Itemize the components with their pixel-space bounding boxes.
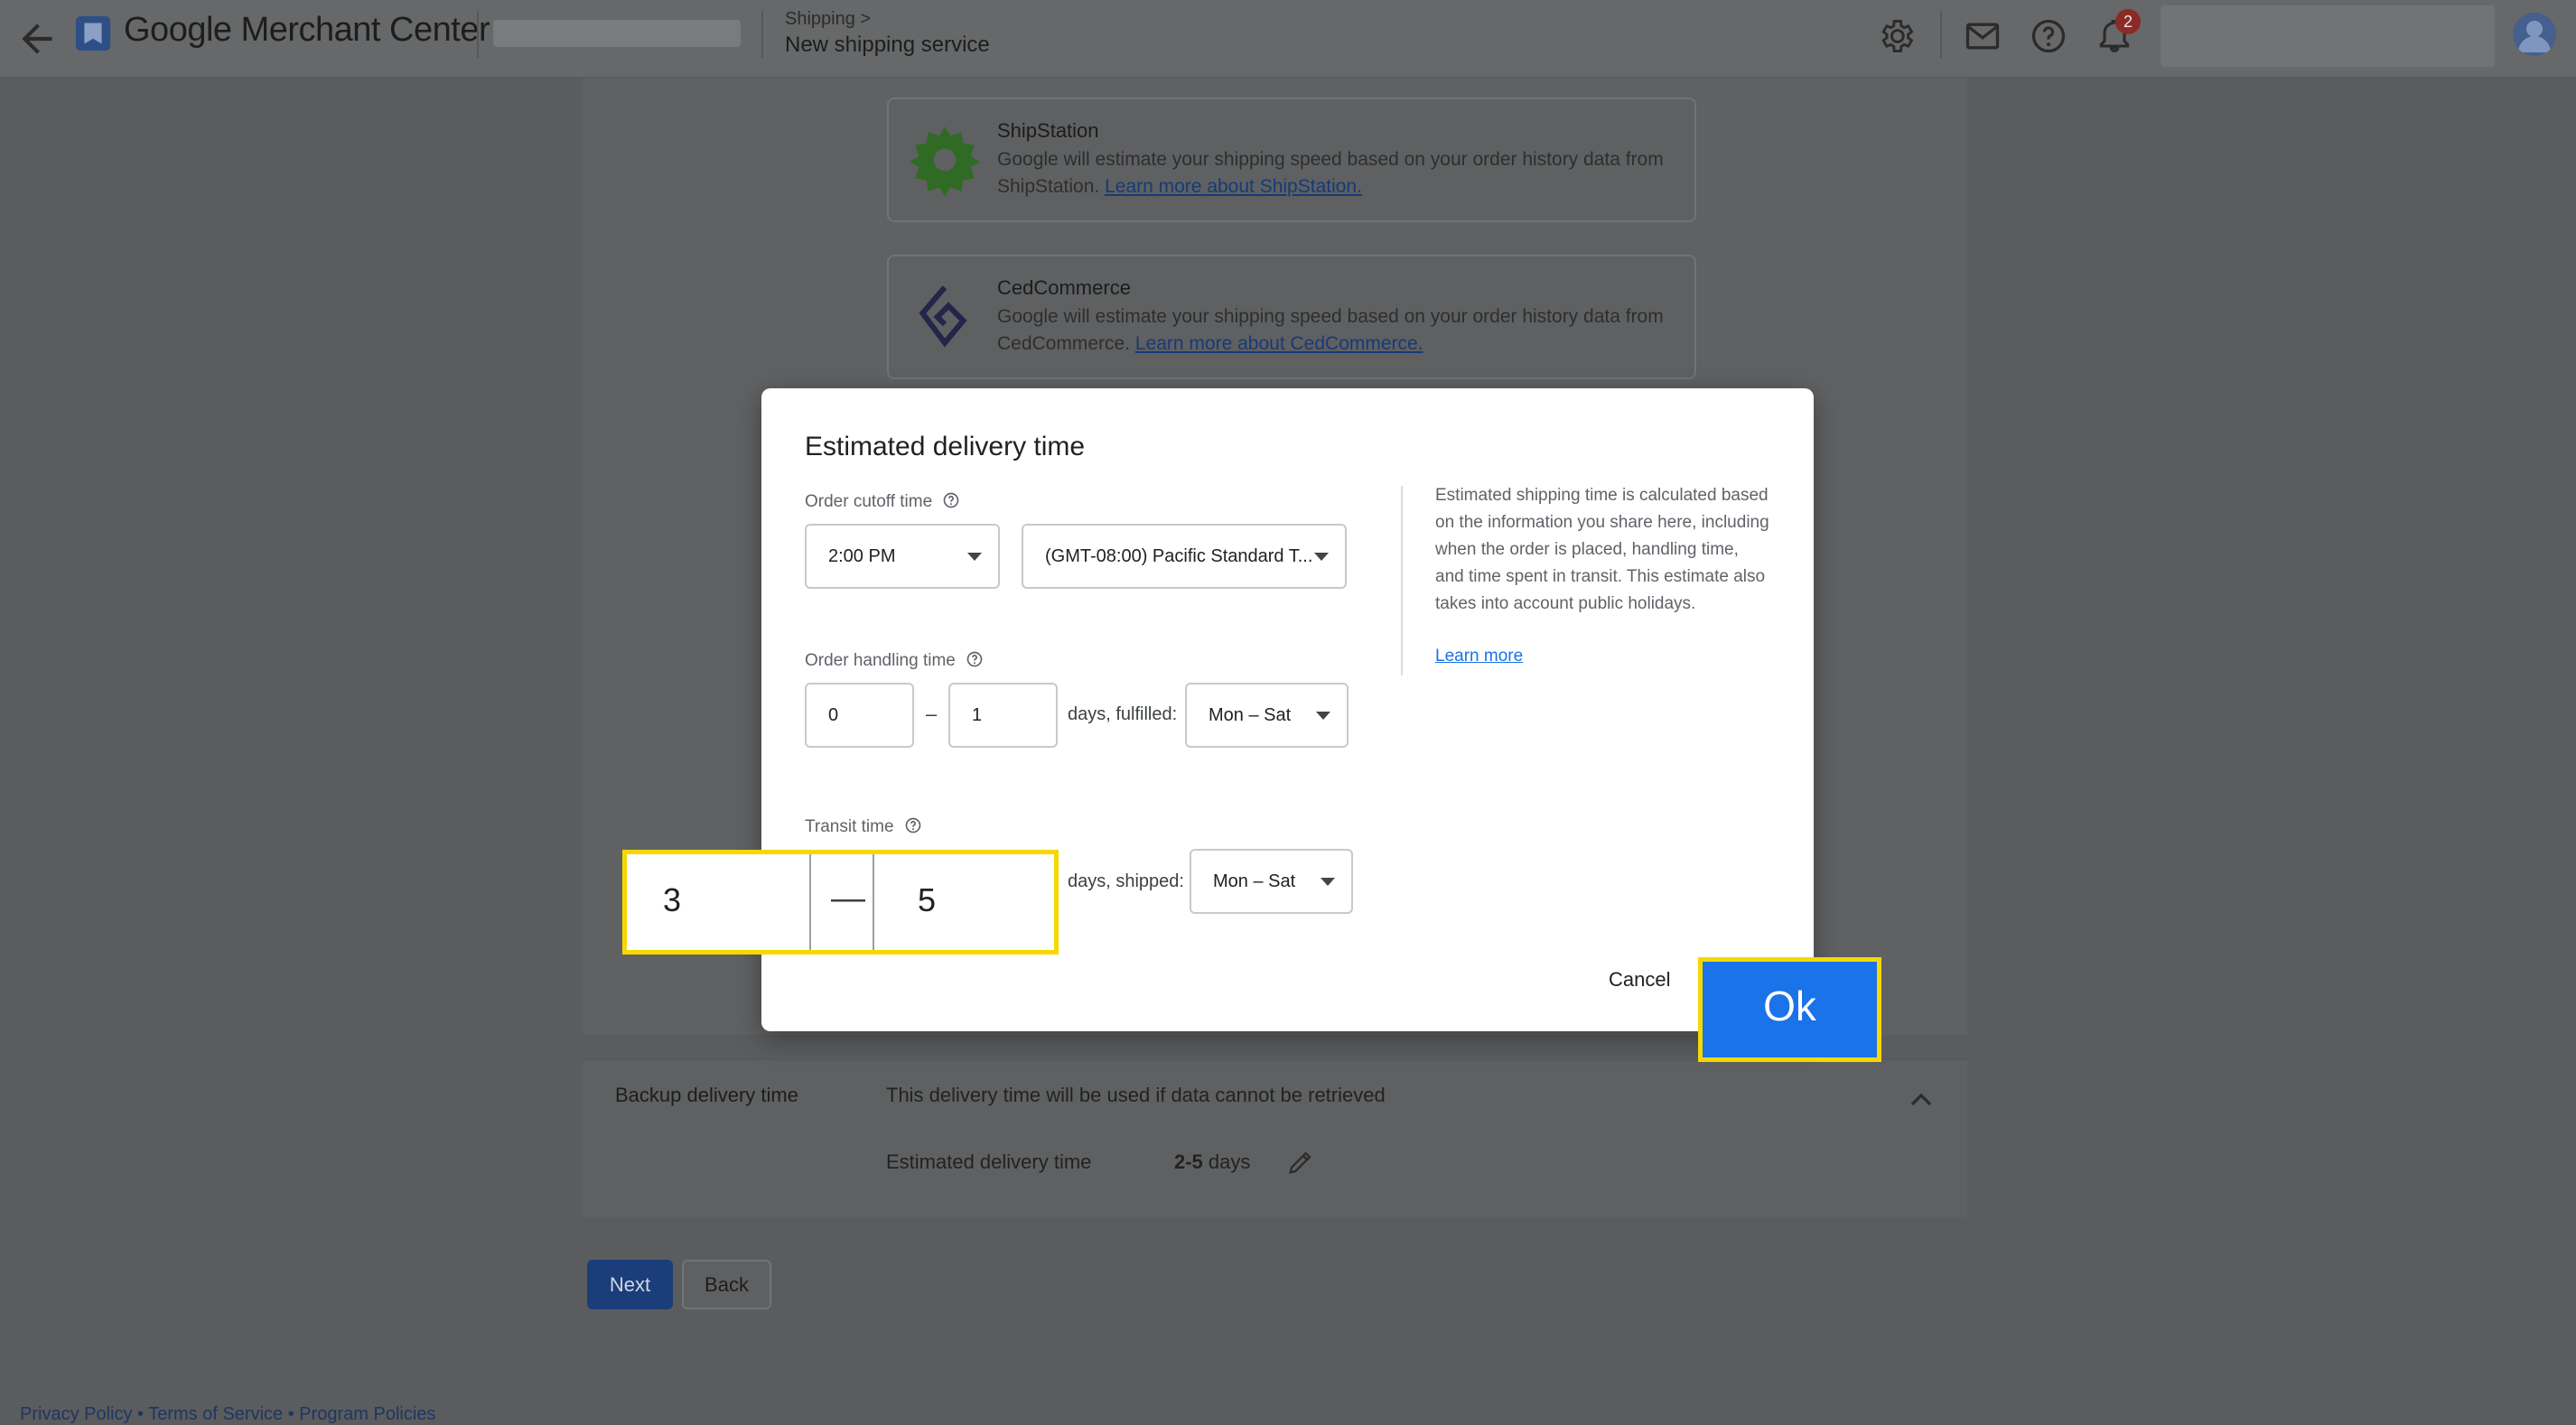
gear-icon[interactable] xyxy=(1876,16,1916,56)
breadcrumb-parent[interactable]: Shipping xyxy=(785,9,855,29)
dialog-title: Estimated delivery time xyxy=(805,432,1086,461)
backup-days-range: 2-5 xyxy=(1174,1150,1203,1173)
fulfilled-days-value: Mon – Sat xyxy=(1209,705,1292,725)
shipped-label: days, shipped: xyxy=(1068,871,1184,891)
handling-label-text: Order handling time xyxy=(805,651,956,670)
shipped-days-value: Mon – Sat xyxy=(1213,871,1296,891)
header-divider xyxy=(761,11,763,58)
chevron-down-icon xyxy=(1314,553,1329,561)
back-arrow-icon[interactable] xyxy=(14,16,60,61)
top-app-bar: Google Merchant Center Shipping > New sh… xyxy=(0,0,2576,78)
handling-min-input[interactable]: 0 xyxy=(805,683,914,748)
provider-description: Google will estimate your shipping speed… xyxy=(997,146,1666,200)
transit-min-input[interactable]: 3 xyxy=(663,881,681,919)
header-divider xyxy=(1940,11,1942,58)
input-separator xyxy=(809,854,811,950)
backup-title: Backup delivery time xyxy=(615,1084,798,1106)
mail-icon[interactable] xyxy=(1963,16,2002,56)
breadcrumb[interactable]: Shipping > xyxy=(785,9,871,30)
learn-more-shipstation-link[interactable]: Learn more about ShipStation. xyxy=(1105,176,1362,197)
ok-button[interactable]: Ok xyxy=(1698,957,1881,1062)
cutoff-label-text: Order cutoff time xyxy=(805,492,933,511)
fulfilled-days-select[interactable]: Mon – Sat xyxy=(1185,683,1349,748)
dialog-divider xyxy=(1401,486,1403,675)
backup-days-value: 2-5 days xyxy=(1174,1150,1250,1174)
provider-name: CedCommerce xyxy=(997,276,1131,299)
transit-range-dash: — xyxy=(831,880,865,917)
provider-name: ShipStation xyxy=(997,119,1099,142)
chevron-up-icon[interactable] xyxy=(1903,1082,1939,1118)
chevron-down-icon xyxy=(1321,878,1335,886)
page-title: New shipping service xyxy=(785,33,990,57)
timezone-select[interactable]: (GMT-08:00) Pacific Standard T... xyxy=(1022,524,1347,589)
help-circle-icon[interactable] xyxy=(942,491,960,509)
help-icon[interactable] xyxy=(2029,16,2068,56)
learn-more-cedcommerce-link[interactable]: Learn more about CedCommerce. xyxy=(1135,333,1423,354)
account-email-redacted[interactable] xyxy=(2161,5,2495,67)
provider-shipstation[interactable]: ShipStation Google will estimate your sh… xyxy=(887,98,1696,222)
help-circle-icon[interactable] xyxy=(966,650,984,668)
chevron-down-icon xyxy=(1316,712,1330,720)
breadcrumb-chevron-icon: > xyxy=(860,9,872,29)
ok-button-label: Ok xyxy=(1763,983,1816,1029)
cutoff-time-value: 2:00 PM xyxy=(828,546,896,566)
transit-max-input[interactable]: 5 xyxy=(918,881,936,919)
backup-days-unit: days xyxy=(1202,1150,1251,1173)
cutoff-time-select[interactable]: 2:00 PM xyxy=(805,524,1000,589)
avatar[interactable] xyxy=(2513,13,2556,56)
notification-badge: 2 xyxy=(2115,9,2141,34)
cancel-button[interactable]: Cancel xyxy=(1609,968,1670,992)
shipped-days-select[interactable]: Mon – Sat xyxy=(1190,849,1353,914)
transit-time-inputs: 3 — 5 xyxy=(622,850,1059,955)
app-name: Google Merchant Center xyxy=(124,11,490,49)
backup-description: This delivery time will be used if data … xyxy=(886,1084,1386,1106)
input-separator xyxy=(873,854,874,950)
transit-label-text: Transit time xyxy=(805,817,894,836)
header-divider xyxy=(477,11,479,58)
person-icon xyxy=(2518,21,2551,52)
info-text: Estimated shipping time is calculated ba… xyxy=(1435,486,1769,613)
handling-max-input[interactable]: 1 xyxy=(948,683,1058,748)
fulfilled-label: days, fulfilled: xyxy=(1068,704,1178,724)
transit-label: Transit time xyxy=(805,816,922,837)
next-button[interactable]: Next xyxy=(587,1260,673,1309)
pencil-edit-icon[interactable] xyxy=(1285,1147,1316,1178)
provider-cedcommerce[interactable]: CedCommerce Google will estimate your sh… xyxy=(887,255,1696,379)
shipstation-logo-icon xyxy=(910,126,980,197)
provider-description: Google will estimate your shipping speed… xyxy=(997,303,1666,358)
cutoff-label: Order cutoff time xyxy=(805,491,960,512)
backup-delivery-panel: Backup delivery time This delivery time … xyxy=(583,1059,1967,1217)
handling-range-dash: – xyxy=(926,703,938,725)
help-circle-icon[interactable] xyxy=(904,816,922,834)
merchant-center-logo-icon xyxy=(75,15,111,51)
handling-label: Order handling time xyxy=(805,650,984,671)
backup-estimated-label: Estimated delivery time xyxy=(886,1150,1092,1173)
account-name-redacted[interactable] xyxy=(493,20,741,47)
cedcommerce-logo-icon xyxy=(919,285,967,348)
back-button[interactable]: Back xyxy=(682,1260,771,1309)
chevron-down-icon xyxy=(967,553,982,561)
learn-more-link[interactable]: Learn more xyxy=(1435,647,1523,666)
timezone-value: (GMT-08:00) Pacific Standard T... xyxy=(1045,546,1313,566)
